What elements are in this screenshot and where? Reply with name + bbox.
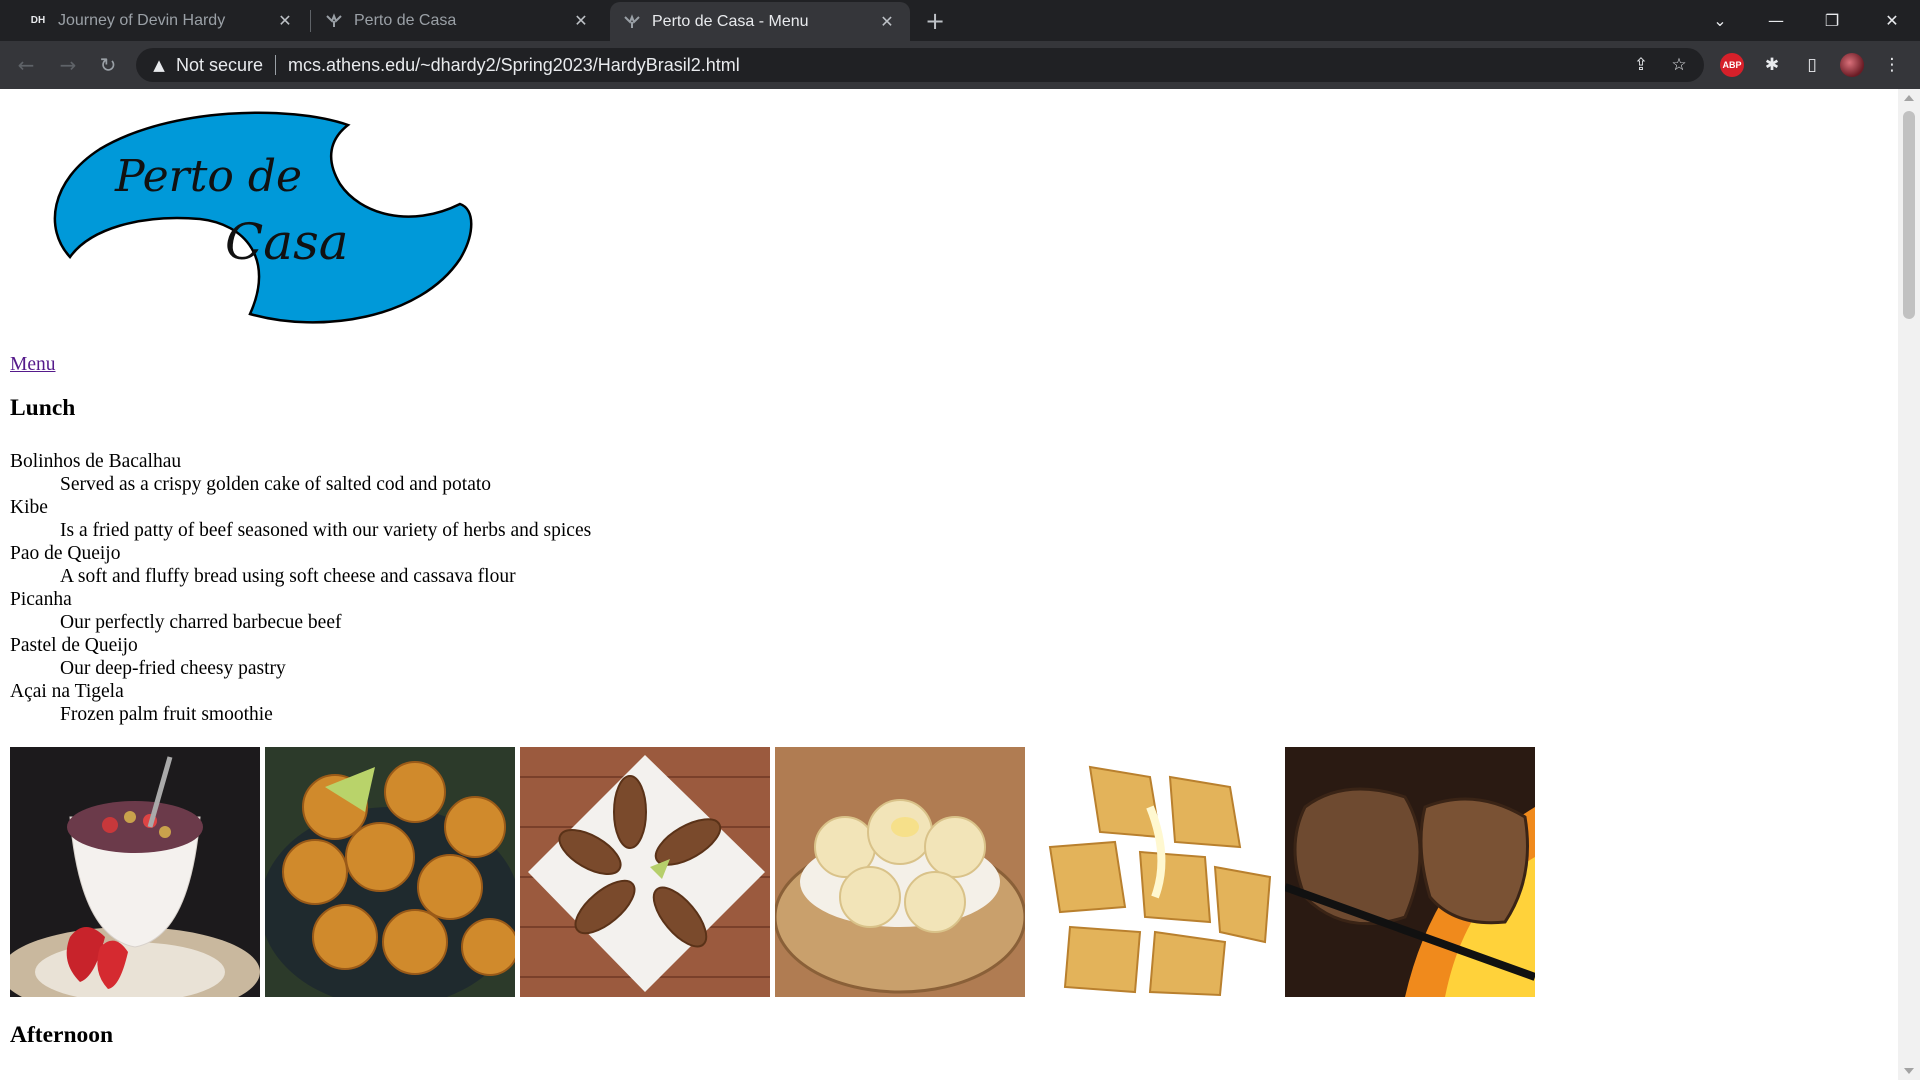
new-tab-plus-icon[interactable]: + (922, 7, 948, 35)
adblock-plus-icon[interactable]: ABP (1720, 53, 1744, 77)
menu-link[interactable]: Menu (10, 353, 56, 376)
menu-item-name: Kibe (10, 497, 48, 518)
menu-item-description: Is a fried patty of beef seasoned with o… (60, 520, 592, 541)
perto-de-casa-logo: Perto de Casa (53, 111, 473, 324)
back-arrow-icon[interactable]: ← (12, 51, 40, 79)
url-text[interactable]: mcs.athens.edu/~dhardy2/Spring2023/Hardy… (288, 55, 740, 76)
warning-triangle-icon[interactable]: ▲ (150, 56, 168, 74)
menu-item-description: Served as a crispy golden cake of salted… (60, 474, 492, 495)
menu-item-name: Pastel de Queijo (10, 635, 138, 656)
extensions-puzzle-icon[interactable]: ✱ (1760, 53, 1784, 77)
bookmark-star-icon[interactable]: ☆ (1666, 53, 1692, 77)
tab-title: Journey of Devin Hardy (58, 11, 226, 29)
menu-item-name: Picanha (10, 589, 72, 610)
restore-icon[interactable]: ❐ (1804, 0, 1860, 41)
more-menu-icon[interactable]: ⋮ (1880, 53, 1904, 77)
tab-perto-de-casa[interactable]: Perto de Casa ✕ (312, 0, 604, 41)
forward-arrow-icon[interactable]: → (54, 51, 82, 79)
close-tab-icon[interactable]: ✕ (876, 11, 898, 33)
divider (275, 55, 277, 75)
tab-strip: DH Journey of Devin Hardy ✕ Perto de Cas… (0, 0, 1920, 41)
menu-item-description: Our perfectly charred barbecue beef (60, 612, 342, 633)
vertical-scrollbar[interactable] (1898, 89, 1920, 1080)
reload-icon[interactable]: ↻ (94, 51, 122, 79)
food-photo-row (10, 747, 1535, 997)
tab-title: Perto de Casa - Menu (652, 12, 809, 30)
scrollbar-thumb[interactable] (1903, 111, 1915, 319)
logo-line2: Casa (225, 213, 349, 271)
menu-item-description: Our deep-fried cheesy pastry (60, 658, 286, 679)
menu-item-description: A soft and fluffy bread using soft chees… (60, 566, 516, 587)
lunch-heading: Lunch (10, 395, 76, 421)
close-tab-icon[interactable]: ✕ (570, 10, 592, 32)
side-panel-icon[interactable]: ▯ (1800, 53, 1824, 77)
logo-line1: Perto de (114, 151, 302, 202)
menu-item-name: Bolinhos de Bacalhau (10, 451, 182, 472)
afternoon-heading: Afternoon (10, 1022, 114, 1048)
site-favicon-icon (324, 11, 344, 31)
page-viewport: Perto de Casa Menu Lunch Bolinhos de Bac… (0, 89, 1898, 1080)
close-tab-icon[interactable]: ✕ (274, 10, 296, 32)
pastel-de-queijo-photo (1030, 747, 1280, 997)
pao-de-queijo-photo (775, 747, 1025, 997)
share-icon[interactable]: ⇪ (1628, 53, 1654, 77)
lunch-menu-list: Bolinhos de Bacalhau Served as a crispy … (10, 450, 910, 726)
scroll-down-arrow-icon[interactable] (1904, 1068, 1914, 1074)
tab-perto-de-casa-menu[interactable]: Perto de Casa - Menu ✕ (610, 2, 910, 41)
close-window-icon[interactable]: ✕ (1864, 0, 1920, 41)
minimize-icon[interactable]: — (1748, 0, 1804, 41)
scroll-up-arrow-icon[interactable] (1904, 95, 1914, 101)
acai-bowl-photo (10, 747, 260, 997)
picanha-photo (1285, 747, 1535, 997)
tab-search-chevron-icon[interactable]: ⌄ (1692, 0, 1748, 41)
menu-item-description: Frozen palm fruit smoothie (60, 704, 273, 725)
security-label[interactable]: Not secure (176, 55, 263, 76)
tab-separator (310, 10, 311, 32)
menu-item-name: Pao de Queijo (10, 543, 121, 564)
menu-item-name: Açai na Tigela (10, 681, 124, 702)
address-bar[interactable]: ▲ Not secure mcs.athens.edu/~dhardy2/Spr… (136, 48, 1704, 82)
profile-avatar[interactable] (1840, 53, 1864, 77)
tab-journey-of-devin-hardy[interactable]: DH Journey of Devin Hardy ✕ (16, 0, 308, 41)
site-favicon-icon (622, 12, 642, 32)
bolinhos-de-bacalhau-photo (265, 747, 515, 997)
dh-favicon-icon: DH (30, 15, 46, 26)
kibe-photo (520, 747, 770, 997)
tab-title: Perto de Casa (354, 11, 457, 29)
browser-toolbar: ← → ↻ ▲ Not secure mcs.athens.edu/~dhard… (0, 41, 1920, 89)
